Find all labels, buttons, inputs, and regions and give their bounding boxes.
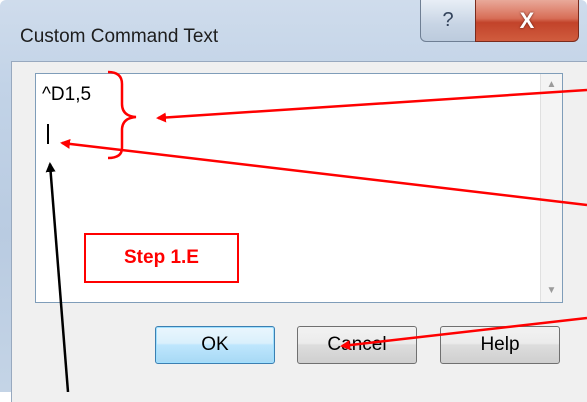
ok-button-label: OK [201, 334, 229, 355]
question-mark-icon: ? [442, 9, 454, 31]
dialog-title: Custom Command Text [20, 26, 219, 47]
vertical-scrollbar[interactable]: ▲ ▼ [540, 74, 562, 302]
title-help-button[interactable]: ? [420, 0, 476, 42]
help-button[interactable]: Help [440, 326, 560, 364]
cancel-button[interactable]: Cancel [297, 326, 417, 364]
scroll-up-arrow-icon[interactable]: ▲ [541, 76, 562, 94]
ok-button[interactable]: OK [155, 326, 275, 364]
command-text-line: ^D1,5 [42, 84, 92, 105]
cancel-button-label: Cancel [327, 334, 387, 355]
step-annotation-label: Step 1.E [124, 247, 199, 268]
help-button-label: Help [480, 334, 520, 355]
title-close-button[interactable]: X [475, 0, 579, 42]
step-annotation-box: Step 1.E [84, 233, 239, 283]
close-icon: X [519, 7, 535, 33]
scroll-down-arrow-icon[interactable]: ▼ [541, 282, 562, 300]
dialog-window: Custom Command Text ? X ^D1,5 ▲ ▼ Step 1… [0, 0, 587, 402]
text-cursor [47, 124, 49, 144]
